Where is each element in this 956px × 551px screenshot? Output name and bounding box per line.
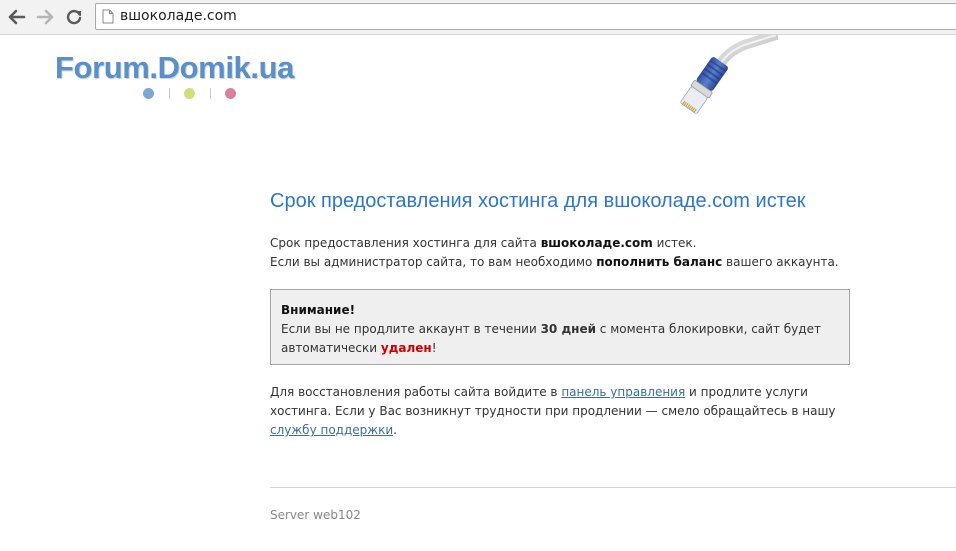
site-logo[interactable]: Forum.Domik.ua <box>55 52 294 83</box>
reload-button[interactable] <box>62 5 86 29</box>
back-button[interactable] <box>5 5 29 29</box>
warning-box: Внимание! Если вы не продлите аккаунт в … <box>270 289 850 365</box>
server-label: Server web102 <box>270 508 361 522</box>
network-cable-image <box>680 35 778 114</box>
logo-dot-pink <box>225 88 236 99</box>
warning-text-end: ! <box>431 341 437 355</box>
restore-text: Для восстановления работы сайта войдите … <box>270 383 850 440</box>
intro-line1-end: истек. <box>652 236 697 250</box>
intro-text: Срок предоставления хостинга для сайта в… <box>270 234 839 272</box>
site-name: вшоколаде.com <box>540 236 653 250</box>
warning-text-part: Если вы не продлите аккаунт в течении <box>281 322 541 336</box>
arrow-right-icon <box>36 9 54 25</box>
top-up-balance-text: пополнить баланс <box>596 255 723 269</box>
warning-title: Внимание! <box>281 303 356 317</box>
browser-toolbar: вшоколаде.com <box>0 0 956 35</box>
address-bar[interactable]: вшоколаде.com <box>95 3 956 30</box>
restore-text-end: . <box>393 423 397 437</box>
support-link[interactable]: службу поддержки <box>270 423 393 437</box>
intro-line2-end: вашего аккаунта. <box>722 255 839 269</box>
reload-icon <box>66 9 82 25</box>
logo-separator <box>210 88 211 99</box>
days-count: 30 дней <box>540 322 596 336</box>
logo-dot-blue <box>143 88 154 99</box>
page-title: Срок предоставления хостинга для вшокола… <box>270 190 806 212</box>
intro-line2-text: Если вы администратор сайта, то вам необ… <box>270 255 597 269</box>
restore-text-part: Для восстановления работы сайта войдите … <box>270 385 562 399</box>
intro-line1-text: Срок предоставления хостинга для сайта <box>270 236 541 250</box>
forward-button[interactable] <box>33 5 57 29</box>
arrow-left-icon <box>8 9 26 25</box>
deleted-text: удален <box>380 341 432 355</box>
url-text: вшоколаде.com <box>120 8 237 24</box>
control-panel-link[interactable]: панель управления <box>561 385 685 399</box>
footer-divider <box>270 487 956 488</box>
logo-dot-green <box>184 88 195 99</box>
warning-text: Если вы не продлите аккаунт в течении 30… <box>281 320 839 358</box>
logo-separator <box>169 88 170 99</box>
page-icon <box>102 9 114 24</box>
